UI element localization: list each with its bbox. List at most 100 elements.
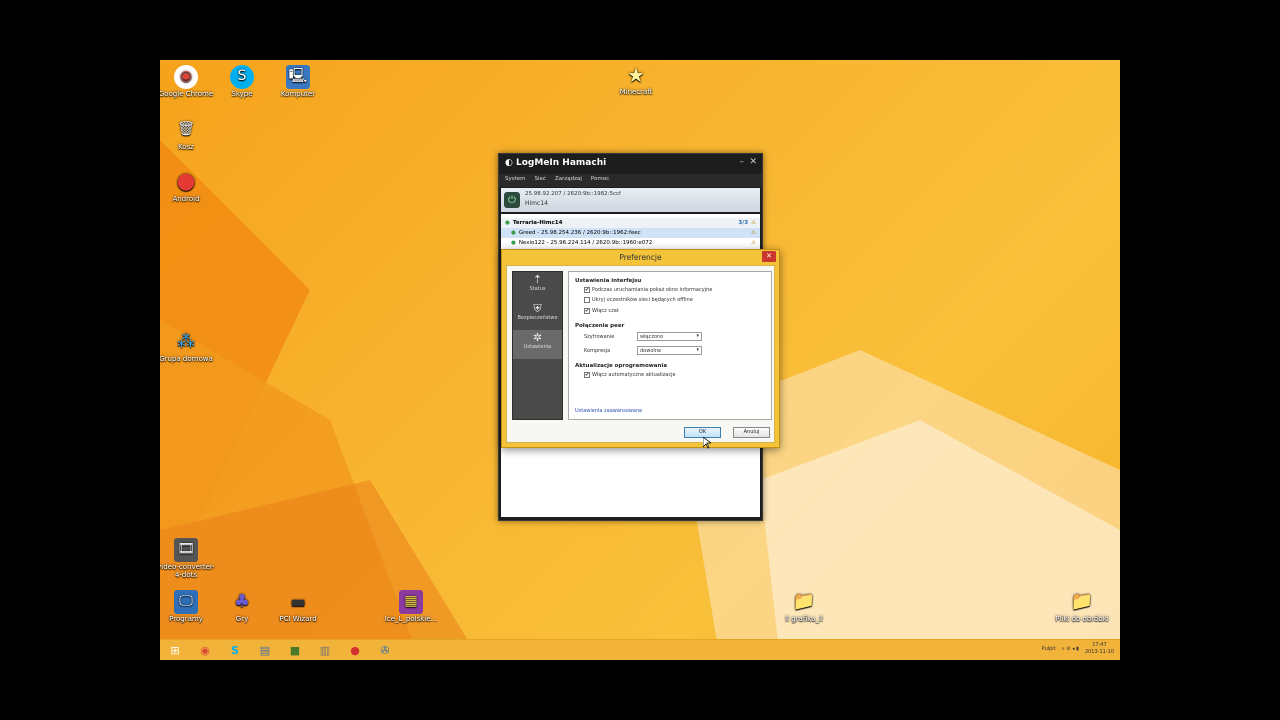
desktop-icon-minecraft[interactable]: ★ Minecraft: [606, 63, 666, 97]
taskbar-files-icon[interactable]: ▥: [310, 641, 340, 660]
interface-header: Ustawienia interfejsu: [575, 278, 642, 284]
desktop-toolbar-label[interactable]: Pulpit: [1042, 646, 1056, 652]
monitor-icon: 🖵: [174, 590, 198, 614]
desktop-icon-chrome[interactable]: ◉ Google Chrome: [160, 65, 216, 99]
status-icon: ⇡: [532, 273, 543, 286]
peer-row[interactable]: ● Nexio122 - 25.96.224.114 / 2620:9b::19…: [501, 238, 760, 248]
taskbar-chrome-icon[interactable]: ◉: [190, 641, 220, 660]
network-row[interactable]: ● Terraria-Himc14 3/3 ⚠: [501, 218, 760, 228]
desktop-icon-label: Gry: [235, 615, 249, 623]
checkbox-box: ✔: [584, 308, 590, 314]
desktop-icon-programs[interactable]: 🖵 Programy: [160, 590, 216, 624]
peer-label: Nexio122 - 25.96.224.114 / 2620:9b::1960…: [518, 240, 653, 246]
preferences-sidebar: ⇡ Status ⛨ Bezpieczeństwo ✲ Ustawienia: [512, 271, 563, 420]
sidebar-item-label: Status: [529, 286, 546, 292]
menu-network[interactable]: Sieć: [535, 176, 546, 185]
desktop-icon-label: Minecraft: [619, 88, 653, 96]
close-icon[interactable]: ✕: [749, 157, 757, 167]
desktop-icon-label: ll grafika_ll: [785, 615, 823, 623]
power-icon[interactable]: ⏻: [504, 192, 520, 208]
updates-header: Aktualizacje oprogramowania: [575, 363, 668, 369]
desktop-icon-folder-grafika[interactable]: 📁 ll grafika_ll: [774, 590, 834, 624]
checkbox-label: Podczas uruchamiania pokaż okno informac…: [592, 287, 713, 293]
desktop-icon-label: PCI Wizard: [279, 615, 317, 623]
desktop: ◉ Google Chrome S Skype 🖳 Komputer ★ Min…: [160, 60, 1120, 660]
android-icon: ●: [176, 168, 196, 194]
desktop-icon-label: Grupa domowa: [160, 355, 213, 363]
ip-address: 25.98.92.207 / 2620:9b::1982:5ccf: [525, 191, 621, 197]
clock[interactable]: 17:47 2013-11-10: [1085, 642, 1114, 656]
chrome-icon: ◉: [174, 65, 198, 89]
desktop-icon-games[interactable]: ♣ Gry: [212, 590, 272, 624]
warning-icon: ⚠: [751, 220, 756, 226]
sidebar-item-status[interactable]: ⇡ Status: [513, 272, 562, 301]
desktop-icon-skype[interactable]: S Skype: [212, 65, 272, 99]
online-dot-icon: ●: [511, 230, 516, 236]
hamachi-logo-icon: ◐: [505, 158, 516, 168]
settings-icon: ✲: [532, 331, 543, 344]
games-icon: ♣: [233, 591, 251, 613]
compression-label: Kompresja: [584, 348, 611, 354]
encryption-label: Szyfrowanie: [584, 334, 615, 340]
encryption-select[interactable]: włączono ▾: [637, 332, 702, 341]
taskbar-explorer-icon[interactable]: ▤: [250, 641, 280, 660]
desktop-icon-video-converter[interactable]: 🎞 video-converter-4-dots: [160, 538, 216, 579]
enable-chat-checkbox[interactable]: ✔ Włącz czat: [584, 308, 619, 314]
desktop-icon-computer[interactable]: 🖳 Komputer: [268, 65, 328, 99]
advanced-settings-link[interactable]: Ustawienia zaawansowane: [575, 408, 642, 414]
client-name: Himc14: [525, 200, 548, 207]
peer-label: Greed - 25.98.254.236 / 2620:9b::1962:fe…: [518, 230, 641, 236]
compression-select[interactable]: dowolne ▾: [637, 346, 702, 355]
desktop-icon-folder-pliki[interactable]: 📁 Pliki do obróbki: [1052, 590, 1112, 624]
desktop-icon-label: Programy: [169, 615, 203, 623]
warning-icon: ⚠: [751, 230, 756, 236]
desktop-icon-pci-wizard[interactable]: ▬ PCI Wizard: [268, 590, 328, 624]
dialog-title: Preferencje: [619, 253, 662, 262]
taskbar-hamachi-icon[interactable]: ✇: [370, 641, 400, 660]
chevron-down-icon: ▾: [696, 333, 699, 339]
desktop-icon-label: Pliki do obróbki: [1055, 615, 1109, 623]
hamachi-title-text: LogMeIn Hamachi: [516, 158, 607, 168]
recycle-bin-icon: 🗑: [177, 121, 195, 138]
checkbox-box: ✔: [584, 372, 590, 378]
dialog-body: ⇡ Status ⛨ Bezpieczeństwo ✲ Ustawienia U…: [506, 265, 775, 443]
chevron-down-icon: ▾: [696, 347, 699, 353]
menu-help[interactable]: Pomoc: [591, 176, 609, 185]
hide-offline-checkbox[interactable]: Ukryj uczestników sieci będących offline: [584, 297, 693, 303]
encryption-value: włączono: [640, 334, 664, 340]
taskbar-android-icon[interactable]: ●: [340, 641, 370, 660]
star-icon: ★: [627, 63, 645, 87]
minimize-icon[interactable]: –: [740, 157, 745, 167]
taskbar-skype-icon[interactable]: S: [220, 641, 250, 660]
show-info-checkbox[interactable]: ✔ Podczas uruchamiania pokaż okno inform…: [584, 287, 712, 293]
tray-icons[interactable]: » ⊘ ◂ ▮: [1062, 646, 1079, 652]
desktop-icon-homegroup[interactable]: ⁂ Grupa domowa: [160, 330, 216, 364]
sidebar-item-settings[interactable]: ✲ Ustawienia: [513, 330, 562, 359]
sidebar-item-label: Ustawienia: [523, 344, 552, 350]
sidebar-item-security[interactable]: ⛨ Bezpieczeństwo: [513, 301, 562, 330]
desktop-icon-android[interactable]: ● Android: [160, 168, 216, 204]
film-icon: 🎞: [174, 538, 198, 562]
peer-header: Połączenia peer: [575, 323, 625, 329]
taskbar-minecraft-icon[interactable]: ■: [280, 641, 310, 660]
menu-system[interactable]: System: [505, 176, 526, 185]
desktop-icon-label: video-converter-4-dots: [160, 563, 215, 579]
close-icon[interactable]: ✕: [762, 251, 776, 262]
start-button[interactable]: ⊞: [160, 641, 190, 660]
compression-value: dowolne: [640, 348, 662, 354]
auto-update-checkbox[interactable]: ✔ Włącz automatyczne aktualizacje: [584, 372, 676, 378]
online-dot-icon: ●: [505, 220, 510, 226]
peer-row[interactable]: ● Greed - 25.98.254.236 / 2620:9b::1962:…: [501, 228, 760, 238]
hamachi-title: ◐ LogMeIn Hamachi: [499, 154, 762, 174]
taskbar: ⊞ ◉ S ▤ ■ ▥ ● ✇ Pulpit » ⊘ ◂ ▮ 17:47 201…: [160, 639, 1120, 660]
cancel-button[interactable]: Anuluj: [733, 427, 770, 438]
settings-panel: Ustawienia interfejsu ✔ Podczas uruchami…: [568, 271, 772, 420]
desktop-icon-label: Komputer: [280, 90, 316, 98]
homegroup-icon: ⁂: [177, 331, 195, 353]
desktop-icon-recycle-bin[interactable]: 🗑 Kosz: [160, 118, 216, 152]
network-name: Terraria-Himc14: [512, 220, 563, 226]
menu-manage[interactable]: Zarządzaj: [555, 176, 582, 185]
checkbox-box: ✔: [584, 287, 590, 293]
desktop-icon-winrar[interactable]: ▦ Ice_L_polskie...: [381, 590, 441, 624]
desktop-icon-label: Kosz: [178, 143, 194, 151]
